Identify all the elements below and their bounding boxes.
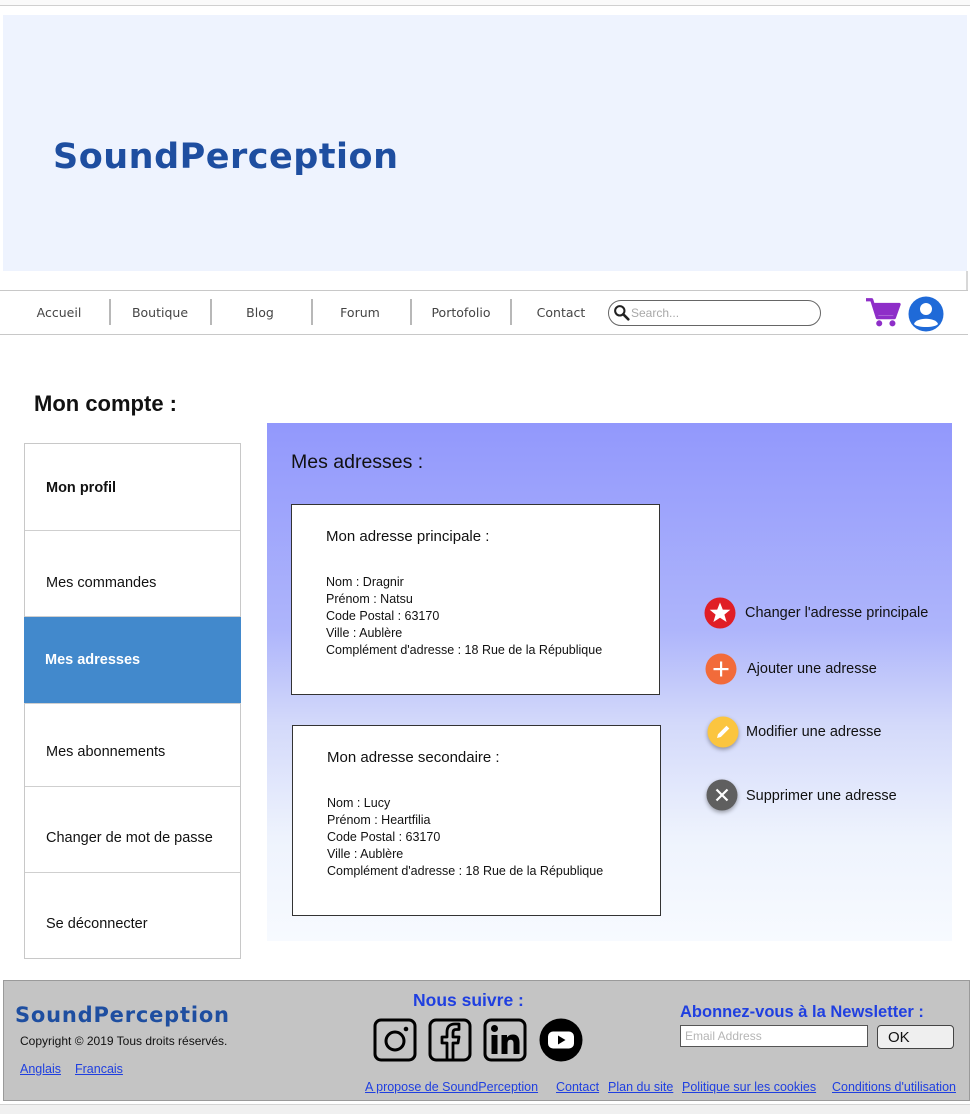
address-line: Complément d'adresse : 18 Rue de la Répu…: [327, 864, 604, 878]
sidebar-item-label: Mes abonnements: [46, 744, 166, 760]
close-icon: [706, 779, 738, 811]
sidebar-item-label: Se déconnecter: [46, 916, 148, 932]
newsletter-email-input[interactable]: [680, 1025, 868, 1047]
address-card-title: Mon adresse secondaire :: [327, 749, 500, 766]
sidebar-item-mon-profil[interactable]: Mon profil: [25, 444, 240, 531]
pencil-icon: [707, 716, 739, 748]
action-label: Changer l'adresse principale: [745, 605, 929, 621]
sidebar-item-label: Mes commandes: [46, 575, 157, 591]
nav-item-boutique[interactable]: Boutique: [118, 291, 202, 334]
user-icon[interactable]: [905, 296, 947, 332]
nav-separator: [210, 299, 212, 325]
nav-separator: [311, 299, 313, 325]
address-line: Prénom : Heartfilia: [327, 813, 431, 827]
sidebar-item-mes-abonnements[interactable]: Mes abonnements: [25, 704, 240, 787]
sidebar-item-label: Mon profil: [46, 480, 117, 496]
address-line: Ville : Aublère: [326, 626, 403, 640]
nav-item-portofolio[interactable]: Portofolio: [418, 291, 504, 334]
address-line: Code Postal : 63170: [326, 609, 440, 623]
facebook-icon[interactable]: [428, 1018, 472, 1062]
address-card-title: Mon adresse principale :: [326, 528, 490, 545]
copyright-text: Copyright © 2019 Tous droits réservés.: [20, 1034, 228, 1048]
footer: SoundPerception Copyright © 2019 Tous dr…: [3, 980, 970, 1101]
language-link-anglais[interactable]: Anglais: [20, 1062, 61, 1076]
action-label: Ajouter une adresse: [747, 661, 877, 677]
address-line: Prénom : Natsu: [326, 592, 413, 606]
action-label: Modifier une adresse: [746, 724, 882, 740]
address-line: Nom : Lucy: [327, 796, 391, 810]
star-icon: [704, 597, 736, 629]
instagram-icon[interactable]: [373, 1018, 417, 1062]
sidebar-item-label: Changer de mot de passe: [46, 830, 213, 846]
plus-icon: [705, 653, 737, 685]
search-input[interactable]: [631, 304, 811, 322]
page-title: Mon compte :: [34, 391, 177, 416]
header-banner: SoundPerception: [3, 15, 967, 271]
nav-item-contact[interactable]: Contact: [518, 291, 604, 334]
youtube-icon[interactable]: [539, 1018, 583, 1062]
footer-link-about[interactable]: A propose de SoundPerception: [365, 1080, 538, 1094]
nav-item-forum[interactable]: Forum: [318, 291, 402, 334]
address-line: Complément d'adresse : 18 Rue de la Répu…: [326, 643, 603, 657]
footer-link-sitemap[interactable]: Plan du site: [608, 1080, 673, 1094]
language-link-francais[interactable]: Francais: [75, 1062, 123, 1076]
divider: [966, 271, 968, 291]
addresses-panel: Mes adresses : Mon adresse principale : …: [267, 423, 952, 941]
linkedin-icon[interactable]: [483, 1018, 527, 1062]
site-logo[interactable]: SoundPerception: [53, 137, 399, 177]
delete-address-button[interactable]: Supprimer une adresse: [706, 779, 916, 815]
action-label: Supprimer une adresse: [746, 788, 897, 804]
edit-address-button[interactable]: Modifier une adresse: [707, 716, 907, 752]
section-title: Mes adresses :: [291, 451, 424, 473]
sidebar-item-changer-mot-de-passe[interactable]: Changer de mot de passe: [25, 787, 240, 873]
footer-link-contact[interactable]: Contact: [556, 1080, 599, 1094]
footer-logo[interactable]: SoundPerception: [15, 1003, 230, 1027]
footer-link-cookies[interactable]: Politique sur les cookies: [682, 1080, 816, 1094]
nav-separator: [109, 299, 111, 325]
address-card-secondary: Mon adresse secondaire : Nom : Lucy Prén…: [292, 725, 661, 916]
nav-item-blog[interactable]: Blog: [218, 291, 302, 334]
sidebar-item-mes-commandes[interactable]: Mes commandes: [25, 531, 240, 617]
search-box: [608, 300, 821, 326]
sidebar-item-label: Mes adresses: [45, 652, 141, 668]
address-card-primary: Mon adresse principale : Nom : Dragnir P…: [291, 504, 660, 695]
nav-separator: [510, 299, 512, 325]
newsletter-ok-button[interactable]: OK: [877, 1025, 954, 1049]
sidebar-item-mes-adresses[interactable]: Mes adresses: [24, 617, 241, 704]
nav-item-accueil[interactable]: Accueil: [18, 291, 100, 334]
cart-icon[interactable]: [864, 295, 902, 329]
newsletter-title: Abonnez-vous à la Newsletter :: [680, 1003, 924, 1021]
address-line: Ville : Aublère: [327, 847, 404, 861]
top-border: [0, 0, 970, 6]
bottom-border: [0, 1104, 970, 1114]
search-icon[interactable]: [613, 304, 630, 321]
account-sidebar: Mon profil Mes commandes Mes adresses Me…: [24, 443, 241, 959]
main-nav: Accueil Boutique Blog Forum Portofolio C…: [0, 290, 968, 335]
sidebar-item-se-deconnecter[interactable]: Se déconnecter: [25, 873, 240, 958]
change-primary-address-button[interactable]: Changer l'adresse principale: [704, 597, 944, 631]
nav-separator: [410, 299, 412, 325]
address-line: Nom : Dragnir: [326, 575, 404, 589]
address-line: Code Postal : 63170: [327, 830, 441, 844]
footer-link-terms[interactable]: Conditions d'utilisation: [832, 1080, 956, 1094]
add-address-button[interactable]: Ajouter une adresse: [705, 653, 905, 687]
follow-title: Nous suivre :: [413, 990, 524, 1010]
